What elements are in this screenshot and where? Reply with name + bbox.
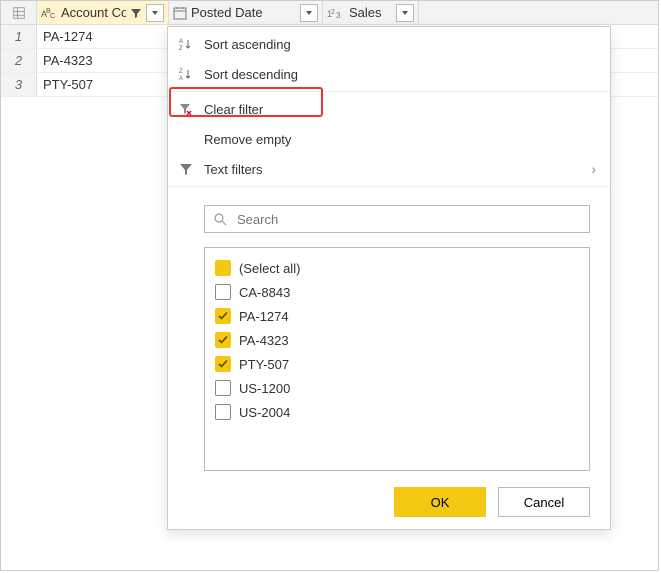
filter-applied-icon (130, 7, 142, 19)
checkbox-unchecked[interactable] (215, 404, 231, 420)
menu-separator (168, 91, 610, 92)
cancel-button[interactable]: Cancel (498, 487, 590, 517)
clear-filter-icon (178, 102, 194, 116)
menu-clear-filter[interactable]: Clear filter (168, 94, 610, 124)
menu-item-label: Text filters (204, 162, 581, 177)
filter-option-label: PTY-507 (239, 357, 289, 372)
svg-text:C: C (50, 13, 55, 20)
row-number[interactable]: 1 (1, 25, 37, 48)
menu-sort-descending[interactable]: ZA Sort descending (168, 59, 610, 89)
column-dropdown-button[interactable] (396, 4, 414, 22)
date-type-icon (173, 6, 187, 20)
cell-account-code[interactable]: PA-4323 (37, 49, 169, 72)
checkbox-unchecked[interactable] (215, 284, 231, 300)
checkbox-checked[interactable] (215, 308, 231, 324)
svg-text:Z: Z (179, 46, 183, 51)
column-header-row: ABC Account Code Posted Date 123 Sales (1, 1, 658, 25)
row-number[interactable]: 2 (1, 49, 37, 72)
number-type-icon: 123 (327, 6, 345, 20)
checkbox-checked[interactable] (215, 356, 231, 372)
filter-option-label: PA-4323 (239, 333, 289, 348)
svg-text:2: 2 (331, 9, 335, 16)
text-filter-icon (178, 162, 194, 176)
ok-button[interactable]: OK (394, 487, 486, 517)
column-label: Account Code (61, 5, 126, 20)
sort-asc-icon: AZ (178, 37, 194, 51)
filter-search-box[interactable] (204, 205, 590, 233)
filter-option-label: US-2004 (239, 405, 290, 420)
svg-text:Z: Z (179, 69, 183, 75)
filter-option[interactable]: CA-8843 (215, 280, 579, 304)
row-number[interactable]: 3 (1, 73, 37, 96)
filter-option-label: (Select all) (239, 261, 300, 276)
filter-option[interactable]: US-2004 (215, 400, 579, 424)
search-input[interactable] (235, 211, 581, 228)
column-header-posted-date[interactable]: Posted Date (169, 1, 323, 24)
filter-option-label: CA-8843 (239, 285, 290, 300)
svg-text:A: A (179, 39, 183, 45)
column-dropdown-button[interactable] (146, 4, 164, 22)
cell-account-code[interactable]: PA-1274 (37, 25, 169, 48)
chevron-right-icon: › (591, 161, 600, 177)
menu-item-label: Clear filter (204, 102, 600, 117)
filter-option-label: PA-1274 (239, 309, 289, 324)
filter-option-select-all[interactable]: (Select all) (215, 256, 579, 280)
column-dropdown-button[interactable] (300, 4, 318, 22)
menu-item-label: Sort ascending (204, 37, 600, 52)
column-header-sales[interactable]: 123 Sales (323, 1, 419, 24)
column-label: Sales (349, 5, 392, 20)
filter-option-label: US-1200 (239, 381, 290, 396)
column-filter-menu: AZ Sort ascending ZA Sort descending Cle… (167, 26, 611, 530)
menu-separator (168, 186, 610, 187)
table-icon (13, 7, 25, 19)
query-editor-frame: ABC Account Code Posted Date 123 Sales (0, 0, 659, 571)
menu-sort-ascending[interactable]: AZ Sort ascending (168, 29, 610, 59)
checkbox-unchecked[interactable] (215, 380, 231, 396)
column-header-account-code[interactable]: ABC Account Code (37, 1, 169, 24)
menu-item-label: Sort descending (204, 67, 600, 82)
abc-type-icon: ABC (41, 6, 57, 20)
search-icon (213, 212, 227, 226)
menu-text-filters[interactable]: Text filters › (168, 154, 610, 184)
cell-account-code[interactable]: PTY-507 (37, 73, 169, 96)
svg-text:A: A (179, 76, 183, 81)
dialog-button-row: OK Cancel (204, 487, 590, 517)
filter-values-list[interactable]: (Select all) CA-8843 PA-1274 PA-4323 PTY… (204, 247, 590, 471)
column-label: Posted Date (191, 5, 296, 20)
sort-desc-icon: ZA (178, 67, 194, 81)
filter-option[interactable]: PA-1274 (215, 304, 579, 328)
filter-option[interactable]: US-1200 (215, 376, 579, 400)
filter-values-pane: (Select all) CA-8843 PA-1274 PA-4323 PTY… (204, 205, 590, 471)
menu-remove-empty[interactable]: Remove empty (168, 124, 610, 154)
checkbox-checked[interactable] (215, 332, 231, 348)
checkbox-partial[interactable] (215, 260, 231, 276)
filter-option[interactable]: PTY-507 (215, 352, 579, 376)
menu-item-label: Remove empty (204, 132, 600, 147)
svg-text:3: 3 (336, 11, 341, 20)
filter-option[interactable]: PA-4323 (215, 328, 579, 352)
row-number-header[interactable] (1, 1, 37, 24)
